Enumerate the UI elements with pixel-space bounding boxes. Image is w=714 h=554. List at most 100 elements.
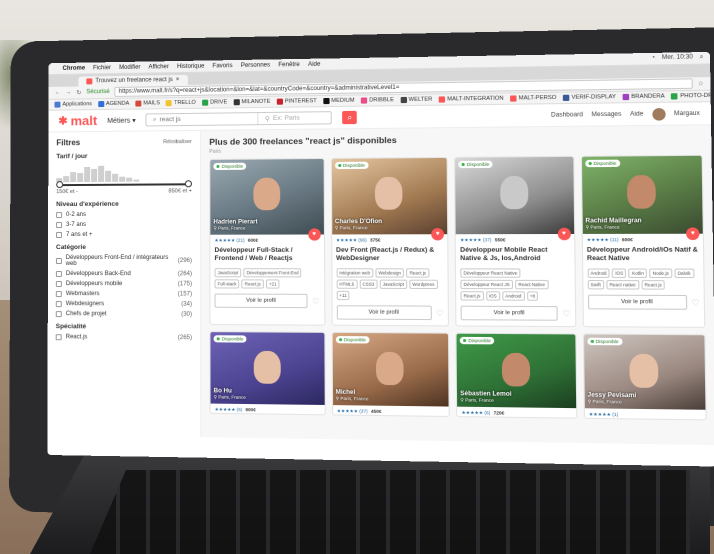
profile-photo[interactable]: Disponible Michel ⚲ Paris, France: [332, 332, 449, 407]
search-location-field[interactable]: ⚲ Ex: Paris: [259, 114, 331, 123]
menubar-app[interactable]: Chrome: [63, 65, 86, 71]
bookmark-item[interactable]: DRIBBLE: [360, 97, 394, 104]
skill-tag[interactable]: React.js: [406, 268, 430, 278]
specialite-checkbox[interactable]: React.js (265): [55, 334, 192, 341]
skill-tag[interactable]: +8: [526, 291, 539, 301]
menubar-item-modifier[interactable]: Modifier: [119, 64, 140, 70]
checkbox-box[interactable]: [55, 291, 62, 298]
skill-tag[interactable]: React.js: [460, 291, 484, 301]
checkbox-box[interactable]: [55, 271, 62, 278]
skill-tag[interactable]: Full-stack: [214, 279, 240, 289]
metiers-menu[interactable]: Métiers ▾: [107, 116, 136, 124]
menubar-item-personnes[interactable]: Personnes: [241, 62, 270, 69]
experience-checkbox[interactable]: 3-7 ans: [56, 222, 192, 229]
menubar-item-historique[interactable]: Historique: [177, 63, 204, 69]
bookmark-item[interactable]: AGENDA: [97, 101, 129, 108]
skill-tag[interactable]: React native: [606, 280, 640, 290]
slider-max-handle[interactable]: [184, 180, 192, 188]
checkbox-box[interactable]: [56, 212, 63, 219]
skill-tag[interactable]: Wordpress: [409, 279, 438, 290]
profile-title[interactable]: Développeur Mobile React Native & Js, Io…: [456, 243, 574, 268]
bookmark-item[interactable]: DRIVE: [201, 99, 227, 106]
menubar-item-fichier[interactable]: Fichier: [93, 65, 111, 71]
search-icon[interactable]: ⌕: [700, 54, 704, 61]
bookmark-item[interactable]: BRANDERA: [622, 93, 665, 101]
categorie-checkbox[interactable]: Développeurs Front-End / intégrateurs we…: [55, 255, 192, 267]
checkbox-box[interactable]: [55, 258, 62, 265]
menubar-item-favoris[interactable]: Favoris: [213, 63, 233, 69]
freelance-card[interactable]: Disponible Michel ⚲ Paris, France ★★★★★ (37…: [331, 331, 450, 417]
profile-photo[interactable]: Disponible ♥: [455, 156, 574, 241]
freelance-card[interactable]: Disponible Hadrien Pierart ⚲ Paris, France…: [209, 157, 325, 326]
skill-tag[interactable]: JavaScript: [379, 279, 408, 289]
favorite-icon[interactable]: ♥: [307, 228, 321, 241]
skill-tag[interactable]: React.js: [641, 280, 666, 290]
favorite-icon[interactable]: ♥: [431, 228, 445, 241]
freelance-card[interactable]: Disponible Charles D'Ofion ⚲ Paris, France…: [330, 156, 449, 327]
skill-tag[interactable]: React.js: [241, 279, 264, 289]
bookmark-item[interactable]: PHOTO-DRIVE: [671, 93, 711, 100]
freelance-card[interactable]: Disponible Jessy Pevisami ⚲ Paris, France ★…: [582, 333, 707, 421]
skill-tag[interactable]: +11: [336, 290, 350, 301]
skill-tag[interactable]: Dalvik: [674, 268, 695, 279]
skill-tag[interactable]: Android: [501, 291, 525, 301]
clock[interactable]: Mer. 10:30: [662, 54, 693, 62]
skill-tag[interactable]: Kotlin: [628, 268, 648, 278]
freelance-card[interactable]: Disponible ♥ ★★★★★ (37) 550€ Développeur Mob…: [454, 155, 576, 328]
skill-tag[interactable]: JavaScript: [214, 268, 242, 278]
skill-tag[interactable]: Swift: [587, 279, 605, 290]
profile-title[interactable]: Développeur Android/iOs Natif & React Na…: [582, 243, 703, 268]
bookmark-item[interactable]: PINTEREST: [276, 98, 317, 105]
skill-tag[interactable]: Node.js: [649, 268, 673, 279]
skill-tag[interactable]: HTML5: [336, 279, 358, 289]
menubar-item-fenetre[interactable]: Fenêtre: [278, 61, 299, 67]
skill-tag[interactable]: Intégration web: [336, 268, 374, 278]
skill-tag[interactable]: Android: [587, 268, 610, 278]
browser-tab[interactable]: Trouvez un freelance react js ×: [78, 74, 188, 87]
skill-tag[interactable]: Développeur React Native: [460, 268, 521, 278]
menubar-item-aide[interactable]: Aide: [308, 61, 320, 67]
wifi-icon[interactable]: ◔: [651, 55, 655, 62]
skill-tag[interactable]: Développeur React JS: [460, 279, 514, 290]
freelance-card[interactable]: Disponible Bo Hu ⚲ Paris, France ★★★★★ (6) 9…: [209, 331, 326, 416]
checkbox-box[interactable]: [55, 281, 62, 288]
voir-profil-button[interactable]: Voir le profil: [587, 294, 688, 310]
bookmark-item[interactable]: MILANOTE: [233, 99, 270, 106]
freelance-card[interactable]: Disponible Rachid Maillegran ⚲ Paris, Fran…: [580, 154, 706, 328]
profile-photo[interactable]: Disponible Bo Hu ⚲ Paris, France: [210, 332, 325, 405]
checkbox-box[interactable]: [55, 334, 62, 341]
profile-photo[interactable]: Disponible Rachid Maillegran ⚲ Paris, Fran…: [581, 155, 703, 241]
profile-title[interactable]: Dev Front (React.js / Redux) & WebDesign…: [332, 244, 448, 269]
profile-photo[interactable]: Disponible Sébastien Lemoi ⚲ Paris, France: [456, 333, 576, 409]
user-menu[interactable]: Margaux: [674, 110, 700, 117]
profile-photo[interactable]: Disponible Jessy Pevisami ⚲ Paris, France: [583, 334, 706, 410]
dashboard-link[interactable]: Dashboard: [551, 112, 583, 119]
experience-checkbox[interactable]: 7 ans et +: [56, 232, 192, 239]
bookmark-item[interactable]: WELTER: [400, 97, 432, 104]
checkbox-box[interactable]: [56, 222, 63, 229]
categorie-checkbox[interactable]: Développeurs mobile (175): [55, 281, 192, 288]
messages-link[interactable]: Messages: [591, 111, 621, 118]
voir-profil-button[interactable]: Voir le profil: [336, 305, 432, 321]
skill-tag[interactable]: Développement Front-End: [243, 268, 302, 278]
skill-tag[interactable]: iOS: [612, 268, 627, 278]
search-query-field[interactable]: ⌕ react js: [146, 113, 259, 126]
bookmark-item[interactable]: MAILS: [135, 100, 160, 107]
heart-icon[interactable]: ♡: [436, 308, 444, 317]
skill-tag[interactable]: +21: [265, 279, 280, 289]
reload-icon[interactable]: ↻: [76, 89, 81, 96]
bookmark-item[interactable]: MALT-PERSO: [510, 95, 556, 102]
bookmark-item[interactable]: TRELLO: [166, 100, 196, 107]
heart-icon[interactable]: ♡: [562, 309, 570, 318]
categorie-checkbox[interactable]: Webmasters (157): [55, 291, 192, 298]
profile-title[interactable]: Développeur Full-Stack / Frontend / Web …: [210, 244, 323, 269]
voir-profil-button[interactable]: Voir le profil: [214, 293, 308, 309]
profile-photo[interactable]: Disponible Hadrien Pierart ⚲ Paris, France…: [210, 159, 324, 241]
malt-logo[interactable]: ✱ malt: [58, 113, 97, 128]
reset-filters-button[interactable]: Réinitialiser: [163, 138, 192, 144]
categorie-checkbox[interactable]: Webdesigners (34): [55, 301, 192, 308]
categorie-checkbox[interactable]: Développeurs Back-End (264): [55, 271, 192, 278]
profile-photo[interactable]: Disponible Charles D'Ofion ⚲ Paris, France…: [331, 157, 448, 241]
skill-tag[interactable]: iOS: [485, 291, 500, 301]
slider-min-handle[interactable]: [56, 181, 64, 189]
